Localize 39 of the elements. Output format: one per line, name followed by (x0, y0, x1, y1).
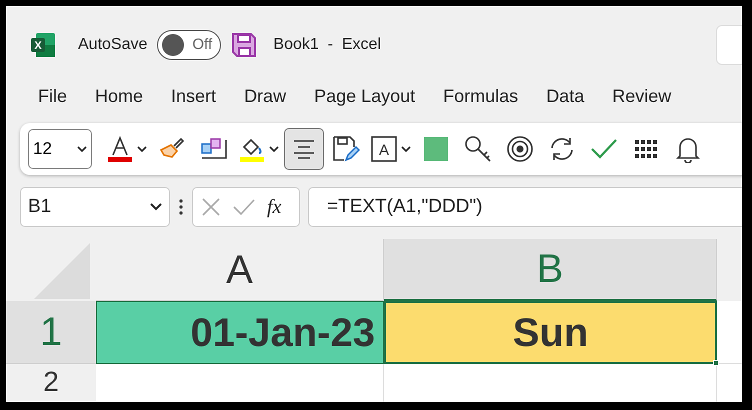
menu-tab[interactable]: Page Layout (314, 82, 416, 110)
font-size-dropdown[interactable]: 12 (28, 129, 92, 169)
formula-field[interactable]: =TEXT(A1,"DDD") (308, 187, 742, 227)
table-cell[interactable]: 01-Jan-23 (96, 301, 384, 364)
text-box-letter: A (379, 142, 389, 159)
chevron-down-icon (77, 146, 87, 152)
menu-tab[interactable]: Review (612, 82, 672, 110)
menu-tab[interactable]: Data (546, 82, 584, 110)
autosave-label: AutoSave (78, 35, 148, 55)
bell-icon (676, 135, 700, 163)
menu-tab[interactable]: Draw (244, 82, 286, 110)
logo-letter: X (34, 40, 42, 52)
grid-icon (635, 140, 657, 158)
name-box[interactable]: B1 (20, 187, 170, 227)
chevron-down-icon (150, 203, 162, 211)
menu-tab[interactable]: Home (95, 82, 144, 110)
refresh-icon (549, 136, 575, 162)
fill-handle[interactable] (713, 360, 719, 366)
toolbar-button[interactable]: A (368, 128, 414, 170)
toolbar-button[interactable] (284, 128, 324, 170)
table-cell[interactable]: Sun (384, 301, 717, 364)
menu-tab[interactable]: Insert (171, 82, 216, 110)
column-header[interactable]: A (96, 239, 384, 301)
check-icon (591, 138, 617, 160)
save-pencil-icon (332, 135, 360, 163)
menu-tab[interactable]: Formulas (443, 82, 518, 110)
key-icon (464, 135, 492, 163)
row-header[interactable]: 1 (6, 301, 96, 364)
menu-tab[interactable]: File (38, 82, 68, 110)
autosave-toggle[interactable]: Off (157, 30, 222, 60)
more-icon (178, 198, 184, 216)
window-title: Book1 - Excel (273, 35, 381, 55)
check-icon[interactable] (233, 198, 255, 216)
column-header[interactable]: B (384, 239, 717, 301)
target-icon (506, 135, 534, 163)
align-center-icon (293, 139, 315, 159)
save-icon[interactable] (231, 32, 258, 58)
cubes-icon (200, 136, 228, 162)
insert-function-button[interactable]: fx (267, 192, 282, 222)
